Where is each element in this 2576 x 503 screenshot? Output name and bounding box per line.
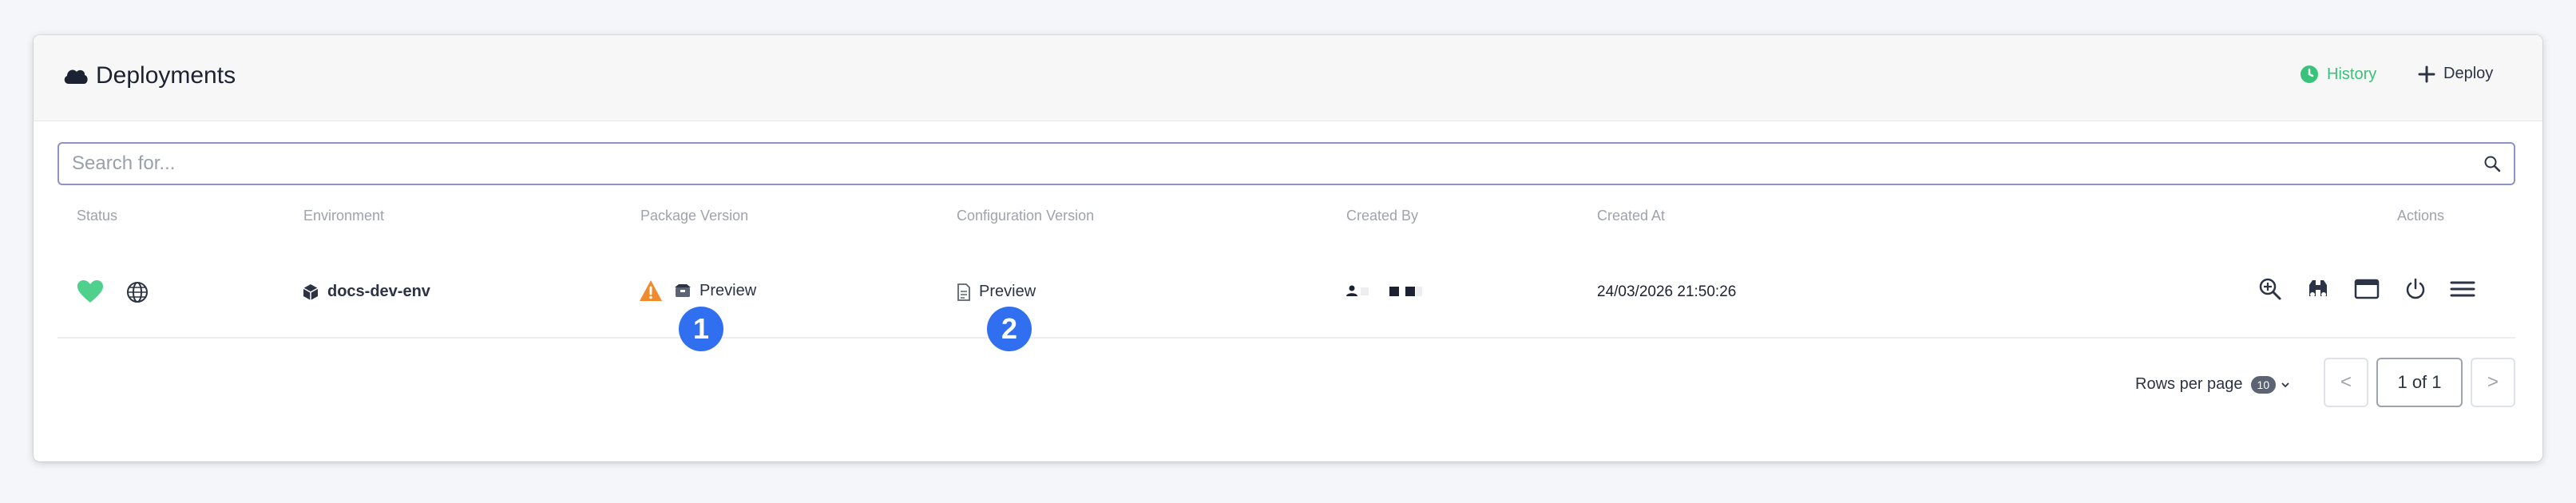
menu-icon[interactable] xyxy=(2450,277,2475,301)
search-box xyxy=(57,142,2515,185)
annotation-badge-2: 2 xyxy=(987,307,1032,351)
heart-icon xyxy=(77,280,103,303)
zoom-in-icon[interactable] xyxy=(2258,277,2282,301)
power-icon[interactable] xyxy=(2404,277,2427,301)
created-at-value: 24/03/2026 21:50:26 xyxy=(1597,283,1737,300)
card-header: Deployments History Deploy xyxy=(34,35,2542,121)
page-title: Deployments xyxy=(96,62,236,89)
globe-icon xyxy=(127,282,148,303)
cloud-icon xyxy=(64,69,88,84)
package-icon xyxy=(675,284,691,297)
deploy-button[interactable]: Deploy xyxy=(2418,65,2493,83)
environment-name[interactable]: docs-dev-env xyxy=(327,283,430,301)
rows-per-page-value: 10 xyxy=(2250,375,2277,394)
search-icon[interactable] xyxy=(2483,155,2501,172)
binoculars-icon[interactable] xyxy=(2306,277,2330,301)
rows-per-page[interactable]: Rows per page 10 xyxy=(2135,375,2290,394)
column-header-environment: Environment xyxy=(303,208,385,224)
deploy-label: Deploy xyxy=(2443,65,2494,82)
chevron-down-icon xyxy=(2281,382,2289,387)
cube-icon xyxy=(303,283,319,300)
configuration-version-cell: Preview xyxy=(957,283,1036,301)
history-label: History xyxy=(2327,65,2377,83)
scope-cell xyxy=(126,281,149,303)
redacted-user-avatar xyxy=(1346,285,1422,296)
clock-icon xyxy=(2301,65,2318,83)
annotation-badge-1: 1 xyxy=(679,307,723,351)
package-version-link[interactable]: Preview xyxy=(699,282,756,300)
column-header-created-at: Created At xyxy=(1597,208,1666,224)
warning-icon xyxy=(640,280,662,301)
page-indicator: 1 of 1 xyxy=(2376,358,2463,407)
prev-page-button[interactable]: < xyxy=(2324,358,2368,407)
rows-per-page-label: Rows per page xyxy=(2135,375,2243,393)
history-button[interactable]: History xyxy=(2300,65,2376,84)
column-header-status: Status xyxy=(77,208,118,224)
status-cell xyxy=(77,279,104,303)
row-divider xyxy=(57,337,2515,339)
column-header-configuration-version: Configuration Version xyxy=(957,208,1095,224)
deployments-card: Deployments History Deploy Status Enviro… xyxy=(34,35,2542,461)
column-header-package-version: Package Version xyxy=(640,208,749,224)
document-icon xyxy=(957,283,970,301)
column-header-actions: Actions xyxy=(2397,208,2445,224)
plus-icon xyxy=(2418,65,2435,82)
search-input[interactable] xyxy=(72,144,2451,184)
configuration-version-link[interactable]: Preview xyxy=(979,283,1036,301)
window-icon[interactable] xyxy=(2354,277,2380,301)
package-version-cell: Preview xyxy=(639,279,756,302)
column-header-created-by: Created By xyxy=(1346,208,1419,224)
title-wrap: Deployments xyxy=(62,62,236,89)
environment-cell: docs-dev-env xyxy=(302,283,430,301)
created-by-cell xyxy=(1345,284,1441,299)
created-at-cell: 24/03/2026 21:50:26 xyxy=(1597,283,1736,301)
next-page-button[interactable]: > xyxy=(2471,358,2515,407)
